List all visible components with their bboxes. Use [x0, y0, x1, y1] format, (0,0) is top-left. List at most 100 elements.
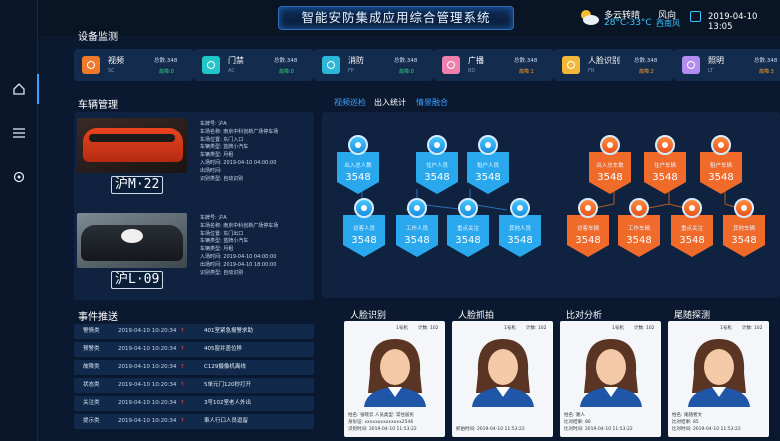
person-icon — [478, 135, 498, 155]
stats-orange-bottom-1[interactable]: 工作车辆 3548 — [616, 215, 662, 257]
face-card[interactable]: 1号机 计数: 102 姓名: 尾随者文 比对结果: 85 比对时间: 2019-04-… — [668, 321, 769, 437]
face-card[interactable]: 1号机 计数: 102 姓名: 路人 比对结果: 80 比对时间: 2019-04-10… — [560, 321, 661, 437]
list-icon[interactable] — [10, 124, 28, 142]
section-title-vehicle: 车辆管理 — [78, 100, 118, 111]
face-info-line: 姓名: 路人 — [564, 413, 585, 418]
person-icon — [348, 135, 368, 155]
face-info-line: 识别时间: 2019-04-10 11:53:22 — [348, 427, 417, 432]
face-card[interactable]: 1号机 计数: 102 姓名: 张晓云 人员类型: 常住居民 身份证: xxxxxxx… — [344, 321, 445, 437]
event-row[interactable]: 状态类 2019-04-10 10:20:34 ↑ 5单元门120秒打开 — [74, 378, 314, 393]
event-row[interactable]: 关注类 2019-04-10 10:20:34 ↑ 3号102室老人外出 — [74, 396, 314, 411]
device-name: 消防 — [348, 56, 364, 65]
stats-blue-bottom-label: 重点关注 — [456, 226, 479, 232]
device-card-eye[interactable]: 视频 SC 总数:348 故障:0 — [74, 49, 194, 81]
device-name: 照明 — [708, 56, 724, 65]
face-info-line: 比对时间: 2019-04-10 11:53:22 — [672, 427, 741, 432]
page-title-frame: 智能安防集成应用综合管理系统 — [278, 6, 514, 30]
event-tag: 警情类 — [83, 328, 100, 334]
device-card-speaker[interactable]: 广播 BD 总数:348 故障:1 — [434, 49, 554, 81]
face-count: 计数: 102 — [526, 326, 547, 331]
alert-arrow-icon: ↑ — [180, 418, 185, 424]
stats-blue-top-label: 租户人员 — [476, 163, 499, 169]
face-count: 计数: 102 — [418, 326, 439, 331]
device-card-door[interactable]: 门禁 AC 总数:348 故障:0 — [194, 49, 314, 81]
face-panel-title: 人脸识别 — [350, 311, 387, 321]
face-card[interactable]: 1号机 计数: 102 抓拍时间: 2019-04-10 11:53:22 — [452, 321, 553, 437]
vehicle-info-2: 车牌号: 沪A 车场名称: 南京中科创新广场停车场 车场位置: 东门出口 车辆类型: … — [200, 215, 279, 276]
person-icon — [510, 198, 530, 218]
alert-arrow-icon: ↑ — [180, 382, 185, 388]
event-row[interactable]: 提示类 2019-04-10 10:20:34 ↑ 車人行口人员逗留 — [74, 414, 314, 429]
device-card-bulb[interactable]: 照明 LT 总数:348 故障:3 — [674, 49, 780, 81]
event-desc: 5单元门120秒打开 — [204, 382, 251, 388]
device-card-fire[interactable]: 消防 FP 总数:348 故障:0 — [314, 49, 434, 81]
stats-orange-top-2[interactable]: 租户车辆 3548 — [698, 152, 744, 194]
tab-video-patrol[interactable]: 视频巡检 — [334, 97, 366, 108]
device-card-face[interactable]: 人脸识别 FR 总数:348 故障:2 — [554, 49, 674, 81]
stats-blue-bottom-3[interactable]: 其他人员 3548 — [497, 215, 543, 257]
face-info-line: 比对结果: 85 — [672, 420, 699, 425]
event-row[interactable]: 预警类 2019-04-10 10:20:34 ↑ 405窗并盖位移 — [74, 342, 314, 357]
plate-1: 沪M·22 — [111, 176, 164, 194]
stats-blue-bottom-0[interactable]: 访客人员 3548 — [341, 215, 387, 257]
section-title-device: 设备监测 — [78, 32, 118, 43]
door-icon — [202, 56, 220, 74]
stats-blue-top-1[interactable]: 住户人员 3548 — [414, 152, 460, 194]
vehicle-photo-2[interactable] — [77, 213, 187, 268]
person-icon — [407, 198, 427, 218]
event-tag: 关注类 — [83, 400, 100, 406]
device-total: 总数:348 — [154, 58, 178, 64]
stats-blue-bottom-2[interactable]: 重点关注 3548 — [445, 215, 491, 257]
face-panel-title: 人脸抓拍 — [458, 311, 495, 321]
calendar-icon — [690, 11, 701, 22]
event-desc: C129摄像机离线 — [204, 364, 246, 370]
weather-icon — [578, 8, 600, 26]
stats-orange-bottom-label: 其他车辆 — [732, 226, 755, 232]
face-count: 计数: 102 — [634, 326, 655, 331]
device-name: 门禁 — [228, 56, 244, 65]
event-row[interactable]: 警情类 2019-04-10 10:20:34 ↑ 401室紧急报警求助 — [74, 324, 314, 339]
event-desc: 車人行口人员逗留 — [204, 418, 249, 424]
settings-icon[interactable] — [10, 168, 28, 186]
device-abbr: BD — [468, 68, 476, 74]
stats-orange-top-value: 3548 — [597, 172, 623, 183]
device-abbr: FP — [348, 68, 354, 74]
stats-blue-top-label: 住户人员 — [425, 163, 448, 169]
tab-scene-fusion[interactable]: 情景融合 — [416, 97, 448, 108]
person-icon — [427, 135, 447, 155]
avatar — [468, 333, 538, 407]
stats-blue-bottom-1[interactable]: 工作人员 3548 — [394, 215, 440, 257]
stats-orange-top-0[interactable]: 出入总车数 3548 — [587, 152, 633, 194]
weather-temp: 28°C-33°C — [604, 18, 652, 28]
stats-orange-bottom-3[interactable]: 其他车辆 3548 — [721, 215, 767, 257]
stats-blue-top-2[interactable]: 租户人员 3548 — [465, 152, 511, 194]
device-fault: 故障:3 — [759, 69, 774, 75]
stats-orange-bottom-2[interactable]: 重点关注 3548 — [669, 215, 715, 257]
stats-blue-top-label: 出入总人数 — [344, 163, 372, 169]
face-icon — [562, 56, 580, 74]
event-time: 2019-04-10 10:20:34 — [118, 418, 177, 424]
person-icon — [354, 198, 374, 218]
tab-access-stats[interactable]: 出入统计 — [374, 97, 406, 108]
device-abbr: FR — [588, 68, 595, 74]
car-icon — [711, 135, 731, 155]
home-icon[interactable] — [10, 80, 28, 98]
event-tag: 提示类 — [83, 418, 100, 424]
stats-blue-bottom-value: 3548 — [351, 235, 377, 246]
stats-orange-bottom-0[interactable]: 访客车辆 3548 — [565, 215, 611, 257]
vehicle-photo-1[interactable] — [77, 118, 187, 173]
event-row[interactable]: 故障类 2019-04-10 10:20:34 ↑ C129摄像机离线 — [74, 360, 314, 375]
face-info-line: 抓拍时间: 2019-04-10 11:53:22 — [456, 427, 525, 432]
section-title-events: 事件推送 — [78, 312, 118, 323]
stats-blue-top-0[interactable]: 出入总人数 3548 — [335, 152, 381, 194]
stats-orange-top-1[interactable]: 住户车辆 3548 — [642, 152, 688, 194]
stats-orange-bottom-label: 工作车辆 — [627, 226, 650, 232]
fire-icon — [322, 56, 340, 74]
stats-orange-bottom-label: 访客车辆 — [576, 226, 599, 232]
event-desc: 3号102室老人外出 — [204, 400, 251, 406]
device-total: 总数:348 — [514, 58, 538, 64]
stats-orange-top-label: 住户车辆 — [653, 163, 676, 169]
car-icon — [600, 135, 620, 155]
car-icon — [682, 198, 702, 218]
event-tag: 预警类 — [83, 346, 100, 352]
